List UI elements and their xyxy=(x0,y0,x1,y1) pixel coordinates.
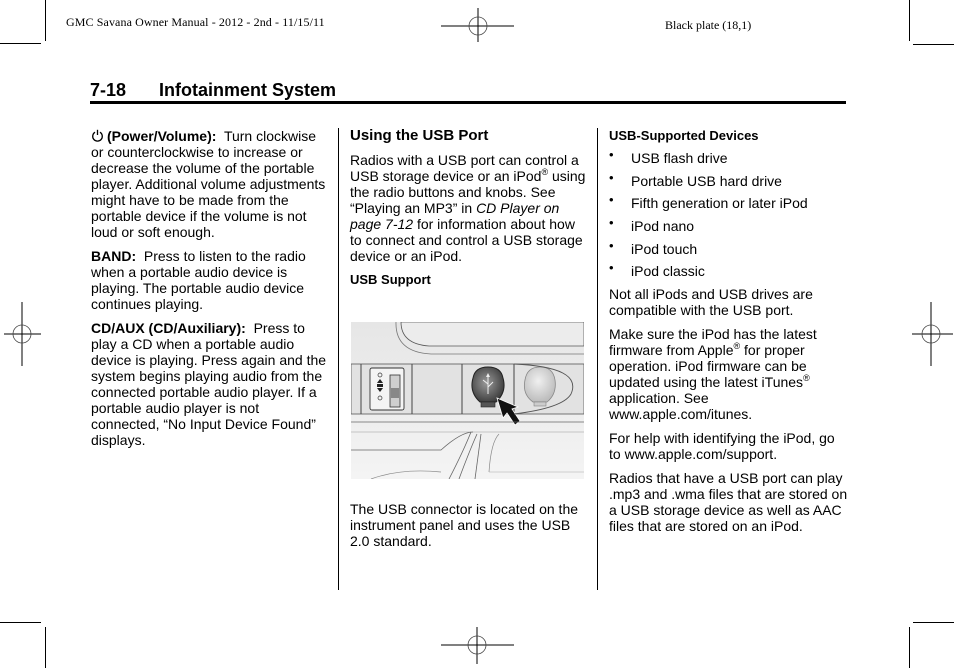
device-name: Portable USB hard drive xyxy=(631,172,782,189)
column-2: Using the USB Port Radios with a USB por… xyxy=(350,128,590,296)
crop-mark xyxy=(45,627,46,668)
crop-mark xyxy=(913,44,954,45)
supported-devices-list: • USB flash drive • Portable USB hard driv… xyxy=(609,147,849,280)
usb-intro-paragraph: Radios with a USB port can control a USB… xyxy=(350,152,590,264)
column-3: USB-Supported Devices • USB flash drive •… xyxy=(609,128,849,542)
crop-mark xyxy=(909,0,910,41)
registered-mark: ® xyxy=(803,373,810,384)
power-volume-label: (Power/Volume): xyxy=(107,128,217,144)
firmware-paragraph: Make sure the iPod has the latest firmwa… xyxy=(609,326,849,422)
bullet-icon: • xyxy=(609,215,614,231)
registration-mark-top xyxy=(441,8,514,42)
list-item: • iPod touch xyxy=(609,237,849,257)
using-usb-port-heading: Using the USB Port xyxy=(350,127,489,144)
bullet-icon: • xyxy=(609,260,614,276)
device-name: Fifth generation or later iPod xyxy=(631,195,808,212)
device-name: iPod touch xyxy=(631,240,698,257)
bullet-icon: • xyxy=(609,147,614,162)
list-item: • USB flash drive xyxy=(609,147,849,166)
registration-mark-bottom xyxy=(441,627,514,664)
header-rule xyxy=(90,101,846,104)
power-volume-paragraph: (Power/Volume): Turn clockwise or counte… xyxy=(91,128,331,240)
cd-aux-paragraph: CD/AUX (CD/Auxiliary): Press to play a C… xyxy=(91,320,331,448)
registration-mark-left xyxy=(4,302,41,366)
page-number: 7-18 xyxy=(90,80,127,100)
usb-supported-devices-heading: USB-Supported Devices xyxy=(609,128,759,143)
bullet-icon: • xyxy=(609,237,614,253)
list-item: • iPod nano xyxy=(609,215,849,235)
list-item: • Fifth generation or later iPod xyxy=(609,192,849,212)
cd-aux-label: CD/AUX (CD/Auxiliary): xyxy=(91,320,246,336)
device-name: iPod classic xyxy=(631,263,705,280)
compatibility-note: Not all iPods and USB drives are compati… xyxy=(609,286,813,319)
help-paragraph: For help with identifying the iPod, go t… xyxy=(609,430,835,463)
column-divider-1 xyxy=(338,128,339,590)
section-title: Infotainment System xyxy=(159,80,337,100)
file-formats-paragraph: Radios that have a USB port can play .mp… xyxy=(609,470,848,535)
registration-mark-right xyxy=(912,302,953,366)
column-divider-2 xyxy=(597,128,598,590)
usb-caption-block: The USB connector is located on the inst… xyxy=(350,501,590,557)
crop-mark xyxy=(913,622,954,623)
band-label: BAND: xyxy=(91,248,137,264)
firmware-text: application. See www.apple.com/itunes. xyxy=(609,390,753,423)
print-slug-left: GMC Savana Owner Manual - 2012 - 2nd - 1… xyxy=(66,15,325,29)
crop-mark xyxy=(909,627,910,668)
crop-mark xyxy=(45,0,46,41)
usb-figure-caption: The USB connector is located on the inst… xyxy=(350,501,579,549)
list-item: • iPod classic xyxy=(609,260,849,280)
column-1: (Power/Volume): Turn clockwise or counte… xyxy=(91,128,331,456)
power-icon xyxy=(92,129,103,142)
band-paragraph: BAND: Press to listen to the radio when … xyxy=(91,248,331,312)
crop-mark xyxy=(0,43,41,44)
bullet-icon: • xyxy=(609,192,614,208)
usb-port-illustration xyxy=(351,322,584,479)
bullet-icon: • xyxy=(609,169,614,185)
crop-mark xyxy=(0,622,41,623)
power-volume-text: Turn clockwise or counterclockwise to in… xyxy=(91,128,326,240)
cd-aux-text: Press to play a CD when a portable audio… xyxy=(91,320,327,448)
device-name: iPod nano xyxy=(631,218,695,235)
usb-support-heading: USB Support xyxy=(350,272,431,287)
device-name: USB flash drive xyxy=(631,150,728,166)
list-item: • Portable USB hard drive xyxy=(609,169,849,189)
print-slug-right: Black plate (18,1) xyxy=(665,18,752,32)
